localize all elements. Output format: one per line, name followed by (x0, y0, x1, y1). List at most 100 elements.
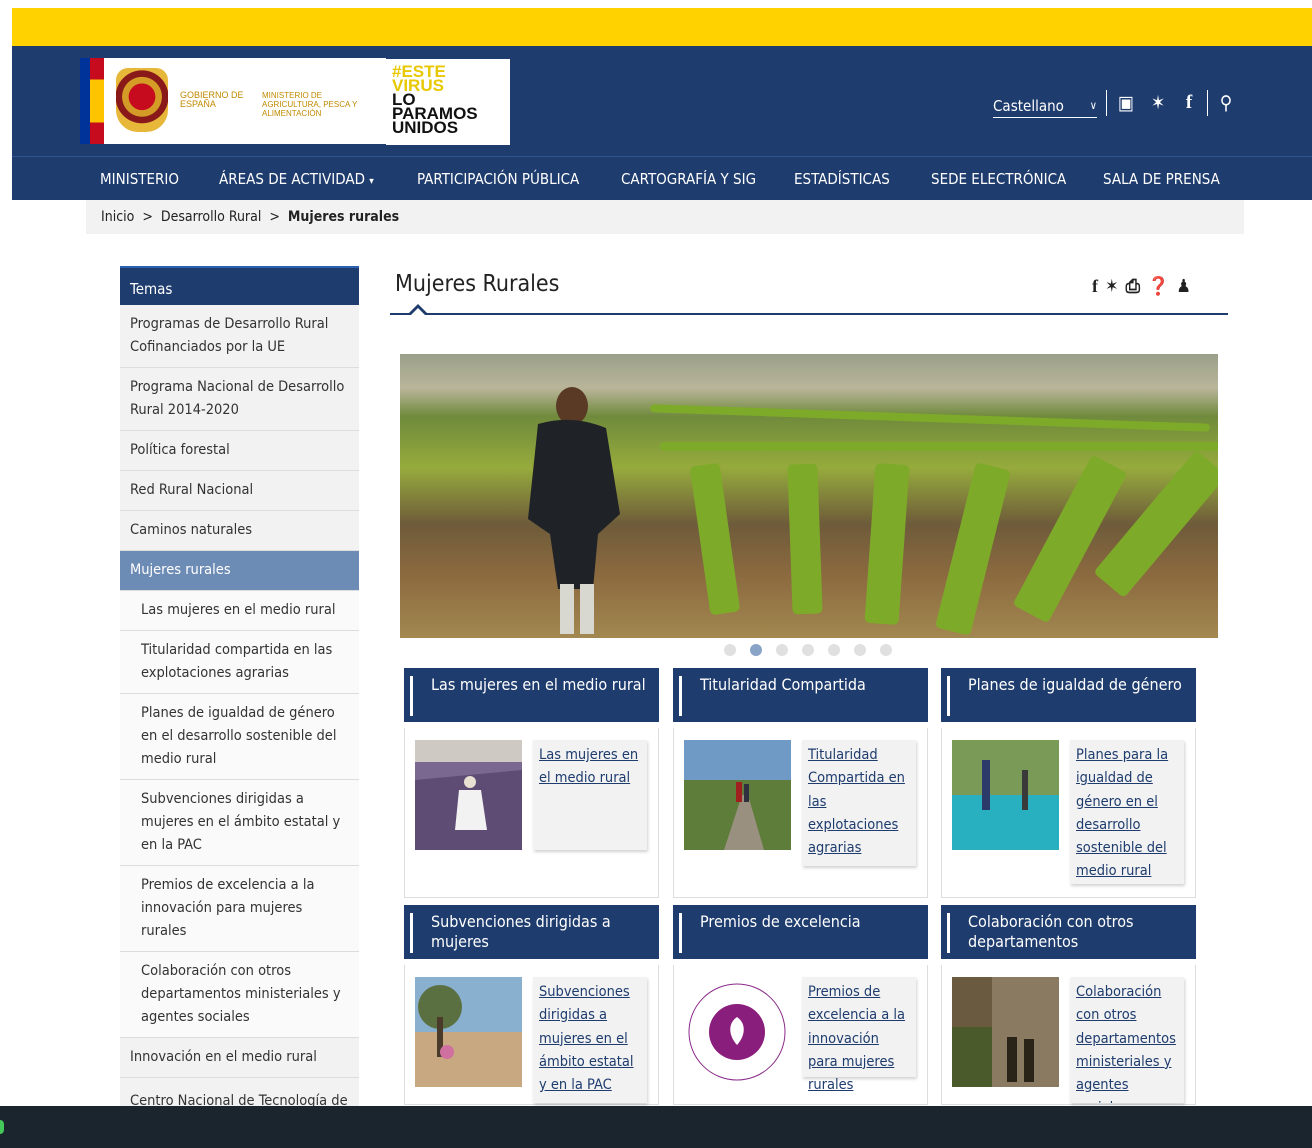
gov-label: GOBIERNO DE ESPAÑA (180, 90, 244, 109)
nav-sede-electronica[interactable]: SEDE ELECTRÓNICA (931, 170, 1066, 188)
language-select[interactable]: Castellano ∨ (993, 94, 1097, 118)
card-body: Premios de excelencia a la innovación pa… (673, 965, 928, 1105)
ministry-label: MINISTERIO DE AGRICULTURA, PESCA Y ALIME… (262, 91, 358, 118)
stone-wall-thumbnail[interactable] (952, 977, 1059, 1087)
carousel-dot[interactable] (776, 644, 788, 656)
carousel-dot-active[interactable] (750, 644, 762, 656)
campaign-line-5: UNIDOS (392, 118, 459, 137)
page-title: Mujeres Rurales (395, 271, 560, 297)
card-body: Colaboración con otros departamentos min… (941, 965, 1196, 1105)
vine-row (689, 462, 741, 616)
eu-flag-icon (80, 58, 90, 144)
language-value: Castellano (993, 96, 1064, 115)
government-logo[interactable]: GOBIERNO DE ESPAÑA MINISTERIO DE AGRICUL… (80, 58, 386, 144)
title-rule (390, 313, 1228, 315)
card-link[interactable]: Las mujeres en el medio rural (533, 740, 647, 850)
tree-woman-thumbnail[interactable] (415, 977, 522, 1087)
card-link[interactable]: Planes para la igualdad de género en el … (1070, 740, 1184, 884)
carousel-dot[interactable] (854, 644, 866, 656)
chevron-down-icon: ∨ (1089, 99, 1097, 112)
premios-seal-logo[interactable] (684, 977, 791, 1087)
sidebar-item-programas-cofinanciados[interactable]: Programas de Desarrollo Rural Cofinancia… (120, 305, 359, 368)
card-body: Las mujeres en el medio rural (404, 728, 659, 898)
sidebar-item-red-rural[interactable]: Red Rural Nacional (120, 471, 359, 511)
card-title[interactable]: Las mujeres en el medio rural (404, 668, 659, 722)
breadcrumb: Inicio > Desarrollo Rural > Mujeres rura… (86, 200, 1244, 234)
carousel-dot[interactable] (828, 644, 840, 656)
carousel-dot[interactable] (880, 644, 892, 656)
card-link[interactable]: Colaboración con otros departamentos min… (1070, 977, 1184, 1103)
carousel-dot[interactable] (802, 644, 814, 656)
card-title[interactable]: Premios de excelencia (673, 905, 928, 959)
sidebar-item-politica-forestal[interactable]: Política forestal (120, 431, 359, 471)
nav-ministerio[interactable]: MINISTERIO (100, 170, 179, 188)
card-body: Subvenciones dirigidas a mujeres en el á… (404, 965, 659, 1105)
taskbar (0, 1106, 1312, 1148)
nav-cartografia[interactable]: CARTOGRAFÍA Y SIG (621, 170, 756, 188)
nav-areas-de-actividad[interactable]: ÁREAS DE ACTIVIDAD ▾ (219, 170, 374, 188)
rural-path-thumbnail[interactable] (684, 740, 791, 850)
vine-row (1012, 454, 1128, 624)
vine-row (660, 442, 1218, 451)
search-icon[interactable]: ⚲ (1214, 90, 1238, 116)
breadcrumb-separator: > (269, 209, 280, 225)
sidebar-item-mujeres-rurales[interactable]: Mujeres rurales (120, 551, 359, 591)
twitter-icon[interactable]: ✶ (1105, 276, 1119, 297)
card-title[interactable]: Subvenciones dirigidas a mujeres (404, 905, 659, 959)
header-divider (1207, 90, 1208, 116)
share-toolbar: f ✶ ⎙ ❓ ♟ (1092, 276, 1191, 297)
breadcrumb-separator: > (142, 209, 153, 225)
breadcrumb-home[interactable]: Inicio (101, 209, 134, 225)
accessibility-icon[interactable]: ♟ (1176, 276, 1191, 297)
main-nav: MINISTERIO ÁREAS DE ACTIVIDAD ▾ PARTICIP… (12, 156, 1312, 200)
nav-sala-de-prensa[interactable]: SALA DE PRENSA (1103, 170, 1220, 188)
breadcrumb-parent[interactable]: Desarrollo Rural (161, 209, 261, 225)
olive-harvest-thumbnail[interactable] (952, 740, 1059, 850)
sidebar-item-programa-nacional[interactable]: Programa Nacional de Desarrollo Rural 20… (120, 368, 359, 431)
sidebar-item-innovacion[interactable]: Innovación en el medio rural (120, 1038, 359, 1078)
card-title[interactable]: Planes de igualdad de género (941, 668, 1196, 722)
campaign-logo[interactable]: #ESTE VIRUS LO PARAMOS UNIDOS (386, 59, 510, 145)
carousel-dot[interactable] (724, 644, 736, 656)
header-divider (1106, 90, 1107, 116)
sidebar: Temas Programas de Desarrollo Rural Cofi… (120, 266, 359, 1118)
card-link[interactable]: Premios de excelencia a la innovación pa… (802, 977, 916, 1093)
coat-of-arms-icon (116, 68, 168, 132)
facebook-icon[interactable]: f (1092, 276, 1098, 297)
card-planes-igualdad: Planes de igualdad de género Planes para… (941, 668, 1196, 898)
card-link[interactable]: Titularidad Compartida en las explotacio… (802, 740, 916, 866)
sidebar-subitem-planes-igualdad[interactable]: Planes de igualdad de género en el desar… (120, 694, 359, 780)
card-title[interactable]: Colaboración con otros departamentos (941, 905, 1196, 959)
sidebar-subitem-premios[interactable]: Premios de excelencia a la innovación pa… (120, 866, 359, 952)
lavender-field-thumbnail[interactable] (415, 740, 522, 850)
sidebar-item-caminos-naturales[interactable]: Caminos naturales (120, 511, 359, 551)
sidebar-subitem-colaboracion[interactable]: Colaboración con otros departamentos min… (120, 952, 359, 1038)
sidebar-subitem-mujeres-medio-rural[interactable]: Las mujeres en el medio rural (120, 591, 359, 631)
print-icon[interactable]: ⎙ (1126, 276, 1140, 297)
status-indicator (0, 1120, 4, 1134)
card-premios: Premios de excelencia Premios de excelen… (673, 905, 928, 1105)
card-colaboracion: Colaboración con otros departamentos Col… (941, 905, 1196, 1105)
carousel-dots (724, 644, 892, 656)
caret-down-icon: ▾ (369, 176, 374, 187)
title-notch-inner (411, 308, 425, 315)
hero-carousel-image[interactable] (400, 354, 1218, 638)
twitter-icon[interactable]: ✶ (1146, 90, 1170, 116)
instagram-icon[interactable]: ▣ (1114, 90, 1138, 116)
sidebar-subitem-subvenciones[interactable]: Subvenciones dirigidas a mujeres en el á… (120, 780, 359, 866)
help-icon[interactable]: ❓ (1147, 276, 1169, 297)
top-yellow-band (12, 8, 1312, 46)
breadcrumb-current: Mujeres rurales (287, 209, 400, 225)
facebook-icon[interactable]: f (1177, 90, 1201, 116)
woman-figure (528, 387, 620, 634)
nav-participacion-publica[interactable]: PARTICIPACIÓN PÚBLICA (417, 170, 579, 188)
vine-row (650, 404, 1210, 432)
card-title[interactable]: Titularidad Compartida (673, 668, 928, 722)
sidebar-item-centro-nacional[interactable]: Centro Nacional de Tecnología de (120, 1087, 359, 1106)
card-mujeres-medio-rural: Las mujeres en el medio rural Las mujere… (404, 668, 659, 898)
card-titularidad-compartida: Titularidad Compartida Titularidad Compa… (673, 668, 928, 898)
sidebar-subitem-titularidad[interactable]: Titularidad compartida en las explotacio… (120, 631, 359, 694)
nav-estadisticas[interactable]: ESTADÍSTICAS (794, 170, 890, 188)
nav-areas-label: ÁREAS DE ACTIVIDAD (219, 170, 365, 188)
card-link[interactable]: Subvenciones dirigidas a mujeres en el á… (533, 977, 647, 1103)
